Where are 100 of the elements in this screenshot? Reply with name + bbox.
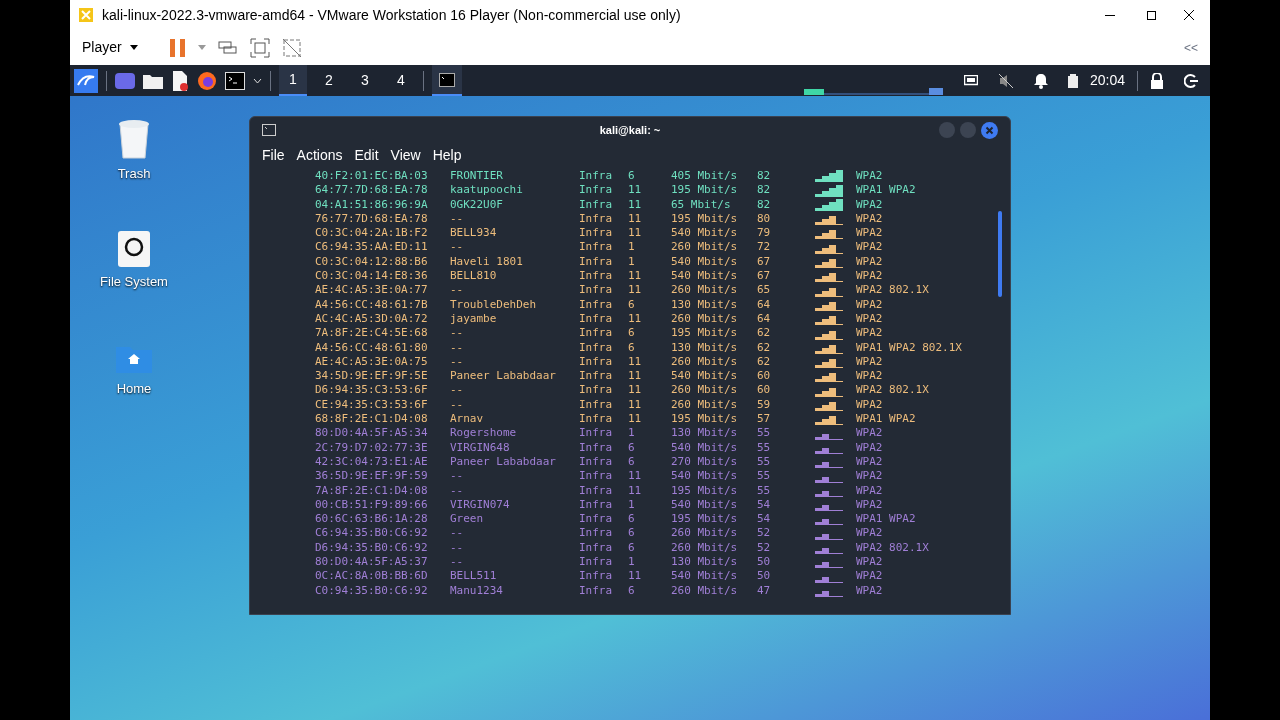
workspace-tab[interactable]: 1 — [279, 65, 307, 96]
signal-text: 50 — [757, 569, 772, 584]
terminal-title: kali@kali: ~ — [599, 122, 661, 138]
rate-text: 260 Mbit/s — [671, 383, 739, 398]
rate-text: 195 Mbit/s — [671, 512, 739, 527]
player-menu[interactable]: Player — [78, 37, 142, 58]
ssid-text: FRONTIER — [450, 169, 504, 184]
ssid-text: Manu1234 — [450, 583, 504, 598]
caret-icon — [129, 45, 138, 50]
channel-text: 6 — [628, 583, 636, 598]
mode-text: Infra — [579, 454, 614, 470]
security-text: WPA2 — [856, 426, 884, 441]
maximize-icon[interactable] — [1147, 10, 1156, 20]
collapse-toolbar-button[interactable]: << — [1184, 38, 1202, 57]
terminal-task-icon[interactable] — [439, 72, 455, 87]
folder-icon[interactable] — [143, 72, 163, 89]
signal-text: 60 — [757, 369, 772, 384]
lock-icon[interactable] — [1150, 72, 1164, 89]
signal-text: 67 — [757, 254, 772, 270]
security-text: WPA2 — [856, 440, 884, 455]
bell-icon[interactable] — [1033, 72, 1048, 89]
trash-icon[interactable] — [116, 118, 152, 160]
menu-item[interactable]: Edit — [354, 144, 379, 166]
ssid-text: -- — [450, 383, 465, 398]
muted-speaker-icon[interactable] — [997, 72, 1014, 89]
bssid-text: 00:CB:51:F9:89:66 — [315, 497, 429, 513]
mode-text: Infra — [579, 283, 614, 298]
channel-text: 6 — [628, 440, 636, 455]
signal-text: 55 — [757, 426, 772, 441]
security-text: WPA2 — [856, 169, 884, 184]
workspace-tab[interactable]: 3 — [351, 65, 379, 96]
bssid-text: C6:94:35:AA:ED:11 — [315, 240, 429, 255]
workspace-tab[interactable]: 4 — [387, 65, 415, 96]
rate-text: 260 Mbit/s — [671, 397, 739, 413]
signal-text: 55 — [757, 454, 772, 470]
rate-text: 260 Mbit/s — [671, 583, 739, 598]
bssid-text: 60:6C:63:B6:1A:28 — [315, 512, 429, 527]
security-text: WPA2 — [856, 311, 884, 327]
clock-text[interactable]: 20:04 — [1089, 70, 1125, 91]
ssid-text: -- — [450, 340, 465, 355]
bssid-text: C6:94:35:B0:C6:92 — [315, 526, 429, 541]
menu-item[interactable]: Actions — [296, 144, 343, 166]
caret-icon[interactable] — [197, 45, 206, 50]
menu-item[interactable]: Help — [432, 144, 462, 166]
mode-text: Infra — [579, 340, 614, 355]
pause-icon[interactable] — [169, 38, 186, 57]
workspace-tab[interactable]: 2 — [315, 65, 343, 96]
terminal-icon[interactable] — [225, 71, 245, 90]
close-button[interactable] — [981, 121, 998, 139]
rate-text: 260 Mbit/s — [671, 354, 739, 370]
close-icon[interactable] — [1184, 10, 1194, 20]
browser-icon[interactable] — [197, 70, 217, 91]
bssid-text: 7A:8F:2E:C1:D4:08 — [315, 483, 429, 498]
bssid-text: C0:3C:04:12:88:B6 — [315, 254, 429, 270]
menu-item[interactable]: View — [390, 144, 421, 166]
security-text: WPA2 — [856, 569, 884, 584]
desktop-icon-label[interactable]: File System — [100, 271, 168, 291]
channel-text: 11 — [628, 269, 643, 284]
security-text: WPA2 — [856, 469, 884, 484]
battery-icon[interactable] — [1067, 73, 1078, 88]
mode-text: Infra — [579, 555, 614, 570]
rate-text: 260 Mbit/s — [671, 540, 739, 555]
logout-icon[interactable] — [1184, 73, 1198, 88]
bssid-text: C0:3C:04:14:E8:36 — [315, 269, 429, 284]
desktop-window-icon[interactable] — [115, 72, 135, 89]
signal-text: 52 — [757, 526, 772, 541]
channel-text: 1 — [628, 240, 636, 255]
scrollbar-thumb[interactable] — [998, 211, 1002, 297]
bssid-text: C0:3C:04:2A:1B:F2 — [315, 226, 429, 241]
mode-text: Infra — [579, 326, 614, 341]
document-icon[interactable] — [171, 70, 189, 91]
drive-icon[interactable] — [117, 229, 151, 268]
display-icon[interactable] — [963, 74, 978, 87]
channel-text: 11 — [628, 369, 643, 384]
mode-text: Infra — [579, 169, 614, 184]
minimize-icon[interactable] — [1105, 14, 1115, 16]
chevron-down-icon[interactable] — [253, 77, 262, 84]
signal-text: 62 — [757, 354, 772, 370]
signal-text: 64 — [757, 311, 772, 327]
ssid-text: -- — [450, 397, 465, 413]
signal-text: 47 — [757, 583, 772, 598]
rate-text: 130 Mbit/s — [671, 555, 739, 570]
channel-text: 1 — [628, 497, 636, 513]
ssid-text: TroubleDehDeh — [450, 297, 538, 312]
ssid-text: -- — [450, 540, 465, 555]
menu-item[interactable]: File — [262, 144, 285, 166]
channel-text: 6 — [628, 454, 636, 470]
rate-text: 260 Mbit/s — [671, 283, 739, 298]
channel-text: 11 — [628, 383, 643, 398]
channel-text: 11 — [628, 397, 643, 413]
mode-text: Infra — [579, 211, 614, 227]
mode-text: Infra — [579, 269, 614, 284]
desktop-icon-label[interactable]: Trash — [117, 164, 151, 184]
channel-text: 6 — [628, 169, 636, 184]
signal-text: 57 — [757, 412, 772, 427]
rate-text: 540 Mbit/s — [671, 269, 739, 284]
bssid-text: 7A:8F:2E:C4:5E:68 — [315, 326, 429, 341]
signal-text: 64 — [757, 297, 772, 312]
mode-text: Infra — [579, 383, 614, 398]
rate-text: 405 Mbit/s — [671, 169, 739, 184]
